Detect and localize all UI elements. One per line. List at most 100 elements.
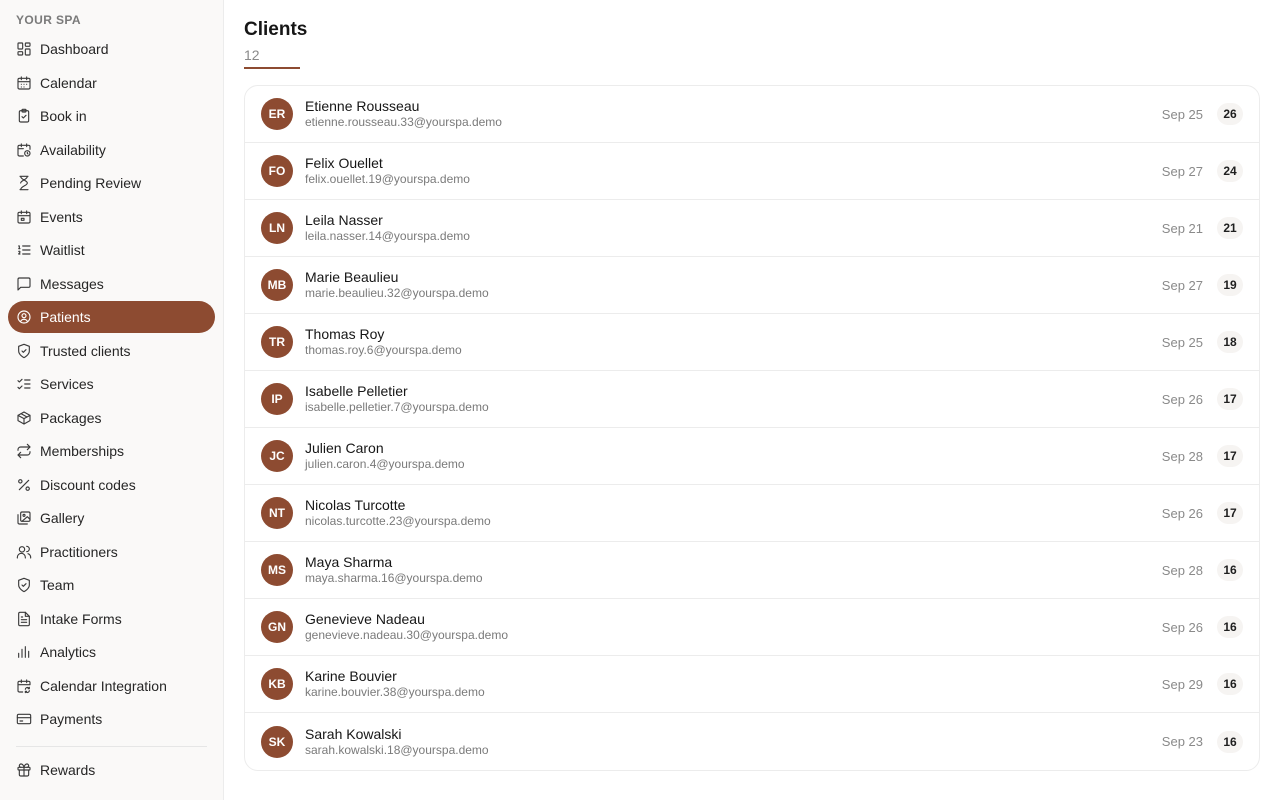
sidebar-item-team[interactable]: Team xyxy=(8,569,215,601)
client-row[interactable]: MB Marie Beaulieu marie.beaulieu.32@yoursp… xyxy=(245,257,1259,314)
sidebar-item-rewards[interactable]: Rewards xyxy=(8,754,215,786)
client-row[interactable]: FO Felix Ouellet felix.ouellet.19@yourspa.… xyxy=(245,143,1259,200)
percent-icon xyxy=(16,477,32,493)
calendar-icon xyxy=(16,75,32,91)
client-row[interactable]: NT Nicolas Turcotte nicolas.turcotte.23@yo… xyxy=(245,485,1259,542)
sidebar-item-events[interactable]: Events xyxy=(8,201,215,233)
client-visit-count-badge: 17 xyxy=(1217,502,1243,524)
client-email: thomas.roy.6@yourspa.demo xyxy=(305,343,462,357)
sidebar-item-packages[interactable]: Packages xyxy=(8,402,215,434)
sidebar-item-analytics[interactable]: Analytics xyxy=(8,636,215,668)
client-visit-count-badge: 16 xyxy=(1217,559,1243,581)
sidebar-item-pending-review[interactable]: Pending Review xyxy=(8,167,215,199)
client-email: marie.beaulieu.32@yourspa.demo xyxy=(305,286,489,300)
sidebar-item-discount-codes[interactable]: Discount codes xyxy=(8,469,215,501)
client-visit-count-badge: 19 xyxy=(1217,274,1243,296)
avatar: ER xyxy=(261,98,293,130)
client-email: leila.nasser.14@yourspa.demo xyxy=(305,229,470,243)
client-email: felix.ouellet.19@yourspa.demo xyxy=(305,172,470,186)
sidebar-item-intake-forms[interactable]: Intake Forms xyxy=(8,603,215,635)
client-info: Karine Bouvier karine.bouvier.38@yourspa.… xyxy=(305,668,1162,700)
sidebar-item-label: Availability xyxy=(40,141,106,158)
sidebar-item-services[interactable]: Services xyxy=(8,368,215,400)
client-info: Thomas Roy thomas.roy.6@yourspa.demo xyxy=(305,326,1162,358)
client-last-visit-date: Sep 23 xyxy=(1161,734,1203,749)
sidebar-item-label: Team xyxy=(40,577,75,593)
nav-divider xyxy=(16,746,207,747)
client-info: Etienne Rousseau etienne.rousseau.33@your… xyxy=(305,98,1162,130)
sidebar-item-label: Memberships xyxy=(40,443,125,459)
client-email: nicolas.turcotte.23@yourspa.demo xyxy=(305,514,491,528)
package-icon xyxy=(16,410,32,426)
sidebar-item-payments[interactable]: Payments xyxy=(8,703,215,735)
client-count-tab: 12 xyxy=(244,47,300,69)
client-row[interactable]: JC Julien Caron julien.caron.4@yourspa.dem… xyxy=(245,428,1259,485)
client-email: isabelle.pelletier.7@yourspa.demo xyxy=(305,400,489,414)
sidebar-item-label: Patients xyxy=(40,309,91,325)
brand-label: YOUR SPA xyxy=(16,13,81,27)
shield-icon xyxy=(16,577,32,593)
sidebar-item-label: Discount codes xyxy=(40,476,136,493)
client-name: Karine Bouvier xyxy=(305,668,397,684)
client-info: Sarah Kowalski sarah.kowalski.18@yourspa.… xyxy=(305,726,1162,758)
avatar: MS xyxy=(261,554,293,586)
sidebar-item-trusted-clients[interactable]: Trusted clients xyxy=(8,335,215,367)
sidebar-item-calendar-integration[interactable]: Calendar Integration xyxy=(8,670,215,702)
client-row[interactable]: MS Maya Sharma maya.sharma.16@yourspa.demo… xyxy=(245,542,1259,599)
client-last-visit-date: Sep 26 xyxy=(1161,505,1203,521)
client-last-visit-date: Sep 21 xyxy=(1161,220,1203,236)
sidebar-item-label: Calendar Integration xyxy=(40,677,167,694)
sidebar-item-availability[interactable]: Availability xyxy=(8,134,215,166)
client-last-visit-date: Sep 26 xyxy=(1161,619,1203,635)
sidebar-item-practitioners[interactable]: Practitioners xyxy=(8,536,215,568)
sidebar-item-gallery[interactable]: Gallery xyxy=(8,502,215,534)
client-visit-count-badge: 16 xyxy=(1217,730,1243,753)
sidebar-item-label: Dashboard xyxy=(40,41,109,57)
client-row[interactable]: IP Isabelle Pelletier isabelle.pelletier.7… xyxy=(245,371,1259,428)
sidebar-item-patients[interactable]: Patients xyxy=(8,301,215,333)
client-last-visit-date: Sep 25 xyxy=(1161,106,1203,122)
sidebar-item-messages[interactable]: Messages xyxy=(8,268,215,300)
client-name: Sarah Kowalski xyxy=(305,725,402,742)
sidebar-item-calendar[interactable]: Calendar xyxy=(8,67,215,99)
users-icon xyxy=(16,544,32,560)
sidebar-item-memberships[interactable]: Memberships xyxy=(8,435,215,467)
client-row[interactable]: LN Leila Nasser leila.nasser.14@yourspa.de… xyxy=(245,200,1259,257)
page-title: Clients xyxy=(244,19,308,40)
client-visit-count-badge: 17 xyxy=(1217,445,1243,467)
client-visit-count-badge: 17 xyxy=(1217,388,1243,410)
client-email: genevieve.nadeau.30@yourspa.demo xyxy=(305,628,508,642)
gallery-icon xyxy=(16,510,32,526)
sidebar-item-label: Book in xyxy=(40,108,87,124)
sidebar-item-label: Intake Forms xyxy=(40,610,122,627)
sidebar-item-label: Payments xyxy=(40,711,103,727)
sidebar-item-waitlist[interactable]: Waitlist xyxy=(8,234,215,266)
client-info: Julien Caron julien.caron.4@yourspa.demo xyxy=(305,440,1162,472)
sidebar-item-label: Trusted clients xyxy=(40,342,131,359)
client-name: Isabelle Pelletier xyxy=(305,383,408,399)
hourglass-icon xyxy=(16,175,32,191)
client-visit-count-badge: 21 xyxy=(1217,217,1243,239)
client-email: etienne.rousseau.33@yourspa.demo xyxy=(305,115,502,129)
sidebar-item-label: Messages xyxy=(40,275,104,292)
client-row[interactable]: GN Genevieve Nadeau genevieve.nadeau.30@yo… xyxy=(245,599,1259,656)
sidebar-item-label: Analytics xyxy=(40,644,97,660)
gift-icon xyxy=(16,762,32,778)
sidebar-item-dashboard[interactable]: Dashboard xyxy=(8,33,215,65)
client-row[interactable]: TR Thomas Roy thomas.roy.6@yourspa.demo Sep… xyxy=(245,314,1259,371)
list-ordered-icon xyxy=(16,242,32,258)
client-row[interactable]: KB Karine Bouvier karine.bouvier.38@yoursp… xyxy=(245,656,1259,713)
repeat-icon xyxy=(16,443,32,459)
main-content: Clients 12 ER Etienne Rousseau etienne.rou… xyxy=(224,0,1280,800)
client-count: 12 xyxy=(244,47,260,63)
sidebar-item-book-in[interactable]: Book in xyxy=(8,100,215,132)
client-name: Felix Ouellet xyxy=(305,155,383,171)
client-row[interactable]: SK Sarah Kowalski sarah.kowalski.18@yoursp… xyxy=(245,713,1259,770)
avatar: GN xyxy=(261,611,293,643)
clipboard-check-icon xyxy=(16,108,32,124)
sidebar-item-label: Practitioners xyxy=(40,543,118,560)
client-last-visit-date: Sep 28 xyxy=(1161,448,1203,464)
client-last-visit-date: Sep 27 xyxy=(1161,163,1203,179)
client-row[interactable]: ER Etienne Rousseau etienne.rousseau.33@yo… xyxy=(245,86,1259,143)
dashboard-icon xyxy=(16,41,32,57)
